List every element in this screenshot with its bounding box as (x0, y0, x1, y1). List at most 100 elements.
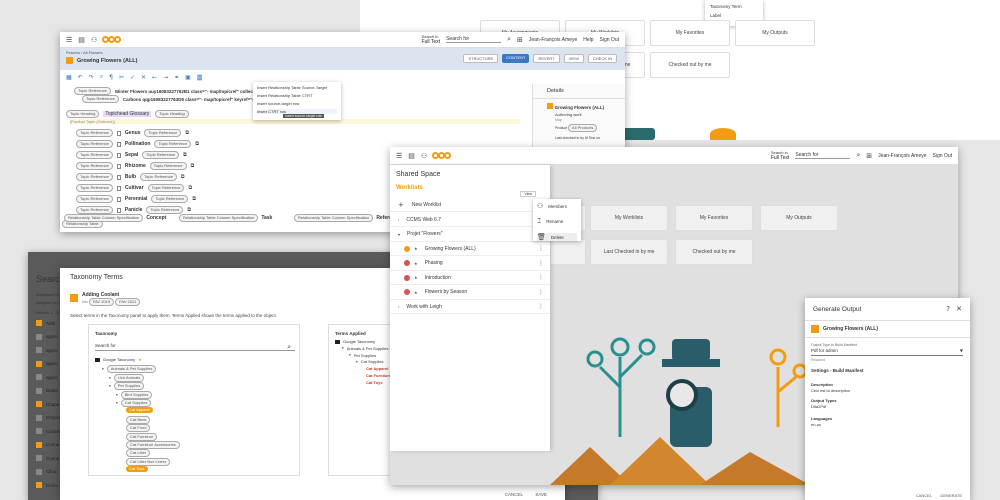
edit-icon[interactable]: ⧉ (187, 207, 191, 213)
more-icon[interactable]: ⋮ (538, 245, 544, 252)
tree-node[interactable]: Cat Apparel (123, 407, 153, 414)
check-icon[interactable]: ✓ (130, 74, 135, 81)
more-icon[interactable]: ⋮ (538, 274, 544, 281)
tile-2[interactable]: My Favorites (675, 205, 753, 231)
search-icon[interactable]: ⌕ (507, 35, 511, 44)
topic-label[interactable]: Sepal (125, 152, 138, 158)
new-worklist-button[interactable]: + New Worklist (390, 198, 550, 212)
tile-6[interactable]: Checked out by me (675, 239, 753, 265)
search-icon[interactable]: ⌕ (856, 151, 860, 160)
topic-label[interactable]: Perennial (125, 196, 148, 202)
tile-my-outputs[interactable]: My Outputs (735, 20, 815, 46)
tile-3[interactable]: My Outputs (760, 205, 838, 231)
tree-node[interactable]: Cat Food (123, 424, 151, 433)
view-button[interactable]: View (520, 191, 536, 197)
user-name[interactable]: Jean-François Ameye (878, 153, 926, 159)
more-icon[interactable]: ⋮ (538, 289, 544, 296)
edit-icon[interactable]: ⧉ (195, 141, 199, 147)
tree-node[interactable]: Cat Furniture (123, 432, 158, 441)
edit-icon[interactable]: ⧉ (191, 163, 195, 169)
format-icon[interactable]: ¶ (109, 74, 113, 81)
menu-item-members[interactable]: ⚇ Members (537, 202, 577, 210)
tile-4[interactable]: My Reviews (550, 239, 586, 265)
users-icon[interactable]: ⚇ (421, 152, 427, 160)
search-scope[interactable]: Search in Full Text (771, 150, 790, 161)
tree-node[interactable]: Cat Toys (123, 466, 148, 473)
document-icon[interactable]: ▤ (408, 152, 415, 160)
dropdown-item[interactable]: Insert source-target row (257, 101, 337, 106)
tree-node[interactable]: Cat Furniture Accessories (123, 441, 180, 449)
table-icon[interactable]: ▥ (196, 73, 203, 81)
user-name[interactable]: Jean-François Ameye (529, 37, 577, 43)
worklist-item[interactable]: ★ Phasing ⋮ (390, 257, 550, 271)
search-icon[interactable]: ⌕ (287, 343, 291, 352)
save-button[interactable]: SAVE (535, 492, 547, 497)
menu-item[interactable]: Taxonomy Term (710, 4, 758, 9)
remove-icon[interactable]: ✕ (141, 74, 146, 81)
generate-button[interactable]: GENERATE (940, 493, 962, 498)
link-icon[interactable]: ⚭ (174, 74, 179, 81)
tree-node[interactable]: Cat Litter Box Liners (123, 457, 171, 466)
expand-icon[interactable]: ▾ (116, 401, 118, 405)
tree-node[interactable]: ▾ Cat Supplies (116, 399, 152, 407)
edit-icon[interactable]: ⧉ (192, 196, 196, 202)
more-icon[interactable]: ⋮ (538, 303, 544, 310)
menu-item-delete[interactable]: 🗑 Delete (537, 233, 577, 241)
search-input[interactable]: Search for (95, 343, 295, 351)
view-button[interactable]: VIEW (563, 54, 584, 63)
tree-node[interactable]: Cat Litter (123, 449, 151, 458)
topic-label[interactable]: Pollination (125, 141, 151, 147)
redo-icon[interactable]: ↷ (89, 74, 94, 81)
cancel-button[interactable]: CANCEL (505, 492, 523, 497)
revert-button[interactable]: REVERT (533, 54, 560, 63)
help-link[interactable]: Help (583, 37, 593, 43)
search-input[interactable]: Search for (795, 152, 851, 159)
expand-icon[interactable]: ▾ (102, 367, 104, 371)
topic-label[interactable]: Cultivar (125, 185, 144, 191)
topic-label[interactable]: Panicle (125, 207, 143, 213)
worklist-item[interactable]: ★ Introduction ⋮ (390, 271, 550, 285)
worklist-item[interactable]: ›CCMS Web 6.7⋮ (390, 213, 550, 227)
edit-icon[interactable]: ⧉ (183, 152, 187, 158)
edit-icon[interactable]: ⧉ (188, 185, 192, 191)
dropdown-item[interactable]: Insert Relationship Table CTRT (257, 93, 337, 98)
edit-icon[interactable]: ⧉ (181, 174, 185, 180)
tree-node[interactable]: ▾ Live Animals (109, 373, 145, 382)
menu-icon[interactable]: ☰ (396, 152, 402, 160)
left-icon[interactable]: ← (152, 74, 157, 81)
help-icon[interactable]: ? (946, 305, 950, 313)
more-icon[interactable]: ⋮ (538, 260, 544, 267)
tool-icon[interactable]: ▦ (66, 74, 72, 81)
worklist-item[interactable]: ★ Growing Flowers (ALL) ⋮ (390, 242, 550, 256)
output-type-select[interactable]: Pdf for admin ▼ (811, 348, 963, 356)
users-icon[interactable]: ⚇ (91, 36, 97, 44)
menu-icon[interactable]: ☰ (66, 36, 72, 44)
tab-content[interactable]: CONTENT (502, 54, 530, 63)
tile-1[interactable]: My Worklists (590, 205, 668, 231)
topic-label[interactable]: Bulb (125, 174, 136, 180)
undo-icon[interactable]: ↶ (78, 74, 83, 81)
topic-label[interactable]: Rhizome (125, 163, 146, 169)
image-icon[interactable]: ▣ (185, 74, 191, 81)
tree-node[interactable]: Google Taxonomy ★ (95, 357, 142, 362)
search-icon[interactable]: ⌕ (100, 73, 103, 81)
expand-icon[interactable]: ▾ (116, 393, 118, 397)
cancel-button[interactable]: CANCEL (916, 493, 932, 498)
grid-icon[interactable]: ⊞ (866, 152, 872, 160)
expand-icon[interactable]: ▾ (109, 376, 111, 380)
topic-label[interactable]: Genus (125, 130, 141, 136)
tree-node[interactable]: Cat Beds (123, 415, 151, 424)
tile-5[interactable]: Last Checked in by me (590, 239, 668, 265)
search-scope[interactable]: Search in Full Text (422, 34, 441, 45)
tree-node[interactable]: ▾ Animals & Pet Supplies (102, 365, 157, 374)
tile-my-favorites[interactable]: My Favorites (650, 20, 730, 46)
search-input[interactable]: Search for (446, 36, 502, 43)
right-icon[interactable]: → (163, 74, 168, 81)
menu-item[interactable]: Label (710, 13, 758, 18)
worklist-item[interactable]: ▾Projet "Flowers"⋮ (390, 228, 550, 242)
document-icon[interactable]: ▤ (78, 36, 85, 44)
expand-icon[interactable]: ▾ (109, 384, 111, 388)
close-icon[interactable]: ✕ (956, 305, 962, 313)
dropdown-item[interactable]: Insert Relationship Table Source-Target (257, 85, 337, 90)
tree-node[interactable]: ▾ Bird Supplies (116, 390, 153, 399)
